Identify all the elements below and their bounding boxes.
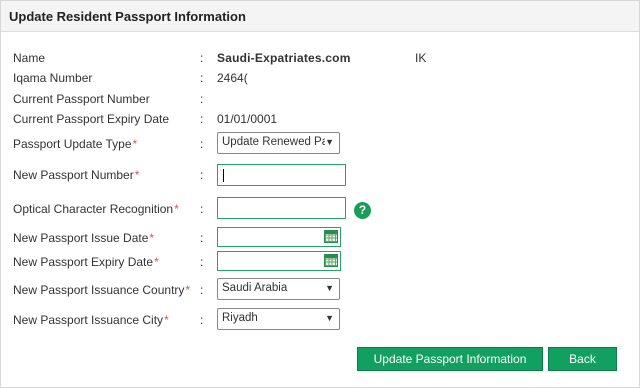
name-value: Saudi-Expatriates.com xyxy=(217,51,351,65)
colon: : xyxy=(200,313,204,327)
required-marker: * xyxy=(132,137,138,151)
calendar-icon[interactable] xyxy=(324,254,338,267)
colon: : xyxy=(200,283,204,297)
required-marker: * xyxy=(185,283,191,297)
country-value: Saudi Arabia xyxy=(222,282,288,294)
colon: : xyxy=(200,112,204,126)
country-select[interactable]: Saudi Arabia ▼ xyxy=(217,278,340,300)
back-button[interactable]: Back xyxy=(548,347,617,371)
current-expiry-label: Current Passport Expiry Date xyxy=(13,112,170,126)
update-passport-panel: Update Resident Passport Information Nam… xyxy=(0,0,640,388)
update-passport-button[interactable]: Update Passport Information xyxy=(357,347,543,371)
issue-date-input[interactable] xyxy=(217,227,341,247)
issue-date-label: New Passport Issue Date xyxy=(13,231,149,245)
calendar-icon[interactable] xyxy=(324,230,338,243)
colon: : xyxy=(200,202,204,216)
current-passport-row: Current Passport Number : xyxy=(1,89,640,109)
chevron-down-icon: ▼ xyxy=(325,283,334,293)
expiry-date-label: New Passport Expiry Date xyxy=(13,255,154,269)
new-number-label: New Passport Number xyxy=(13,168,134,182)
city-value: Riyadh xyxy=(222,312,258,324)
colon: : xyxy=(200,51,204,65)
iqama-label: Iqama Number xyxy=(13,71,93,85)
name-label: Name xyxy=(13,51,46,65)
colon: : xyxy=(200,71,204,85)
iqama-row: Iqama Number : 2464( xyxy=(1,68,640,88)
new-passport-number-input[interactable] xyxy=(217,164,346,186)
chevron-down-icon: ▼ xyxy=(325,137,334,147)
required-marker: * xyxy=(154,255,159,269)
ocr-label: Optical Character Recognition xyxy=(13,202,174,216)
ocr-input[interactable] xyxy=(217,197,346,219)
colon: : xyxy=(200,255,204,269)
country-label: New Passport Issuance Country xyxy=(13,283,185,297)
required-marker: * xyxy=(134,168,140,182)
city-label: New Passport Issuance City xyxy=(13,313,164,327)
chevron-down-icon: ▼ xyxy=(325,313,334,323)
required-marker: * xyxy=(174,202,179,216)
current-expiry-value: 01/01/0001 xyxy=(217,112,278,126)
expiry-date-input[interactable] xyxy=(217,251,341,271)
colon: : xyxy=(200,137,204,151)
name-row: Name : Saudi-Expatriates.com IK xyxy=(1,48,640,68)
colon: : xyxy=(200,92,204,106)
help-icon[interactable]: ? xyxy=(354,202,371,219)
name-suffix: IK xyxy=(415,51,427,65)
update-type-select[interactable]: Update Renewed Pa ▼ xyxy=(217,132,340,154)
required-marker: * xyxy=(149,231,155,245)
required-marker: * xyxy=(164,313,169,327)
panel-title: Update Resident Passport Information xyxy=(1,1,639,32)
colon: : xyxy=(200,168,204,182)
update-type-value: Update Renewed Pa xyxy=(222,136,325,148)
colon: : xyxy=(200,231,204,245)
current-passport-label: Current Passport Number xyxy=(13,92,150,106)
current-expiry-row: Current Passport Expiry Date : 01/01/000… xyxy=(1,109,640,129)
city-select[interactable]: Riyadh ▼ xyxy=(217,308,340,330)
iqama-value: 2464( xyxy=(217,71,248,85)
update-type-label: Passport Update Type xyxy=(13,137,132,151)
text-cursor xyxy=(223,169,224,182)
